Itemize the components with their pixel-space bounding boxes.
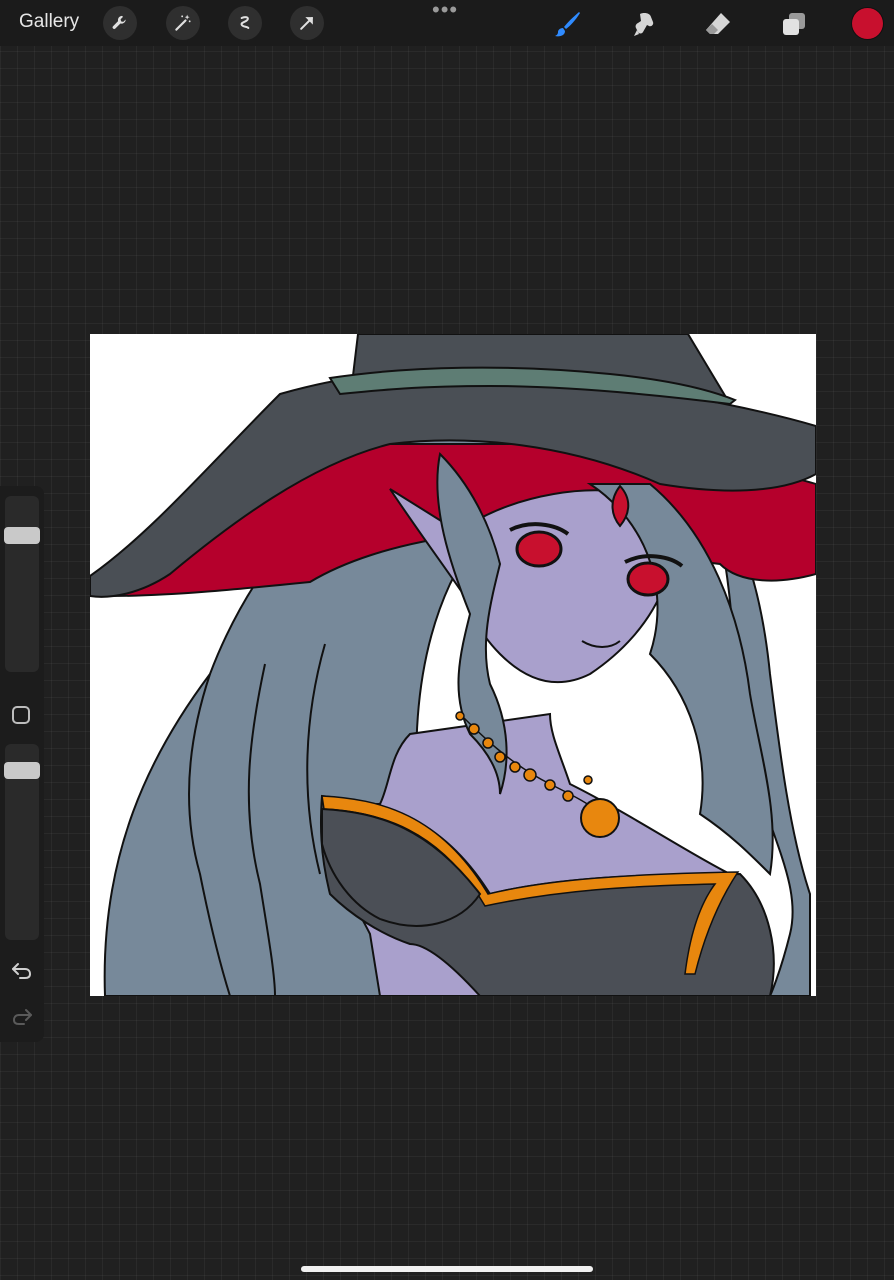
selection-icon bbox=[240, 16, 250, 29]
brush-size-slider[interactable] bbox=[5, 496, 39, 672]
eraser-icon bbox=[706, 13, 730, 34]
undo-icon[interactable] bbox=[10, 958, 34, 982]
top-toolbar: Gallery ••• bbox=[0, 0, 894, 46]
left-sidebar bbox=[0, 486, 44, 1042]
witch-artwork bbox=[90, 334, 816, 996]
brush-tool-button[interactable] bbox=[552, 8, 584, 40]
layers-icon bbox=[783, 13, 805, 35]
brush-size-thumb[interactable] bbox=[4, 527, 40, 544]
smudge-tool-button[interactable] bbox=[628, 8, 660, 40]
layers-button[interactable] bbox=[778, 8, 810, 40]
left-eye bbox=[515, 530, 563, 568]
adjustments-button[interactable] bbox=[166, 6, 200, 40]
smudge-icon bbox=[634, 13, 654, 36]
magic-wand-icon bbox=[175, 14, 191, 31]
color-picker-button[interactable] bbox=[852, 8, 883, 39]
transform-button[interactable] bbox=[290, 6, 324, 40]
right-eye bbox=[626, 561, 670, 597]
drawing-canvas[interactable] bbox=[90, 334, 816, 996]
opacity-thumb[interactable] bbox=[4, 762, 40, 779]
transform-arrow-icon bbox=[300, 17, 313, 30]
more-options-dots[interactable]: ••• bbox=[432, 0, 458, 21]
redo-icon[interactable] bbox=[10, 1004, 34, 1028]
brush-icon bbox=[555, 12, 580, 37]
selection-button[interactable] bbox=[228, 6, 262, 40]
pendant bbox=[580, 798, 620, 838]
actions-button[interactable] bbox=[103, 6, 137, 40]
wrench-icon bbox=[112, 15, 126, 29]
procreate-app: Gallery ••• bbox=[0, 0, 894, 1280]
eraser-tool-button[interactable] bbox=[702, 8, 734, 40]
square-modify-icon[interactable] bbox=[12, 706, 30, 724]
gallery-button[interactable]: Gallery bbox=[19, 11, 79, 33]
home-indicator bbox=[301, 1266, 593, 1272]
